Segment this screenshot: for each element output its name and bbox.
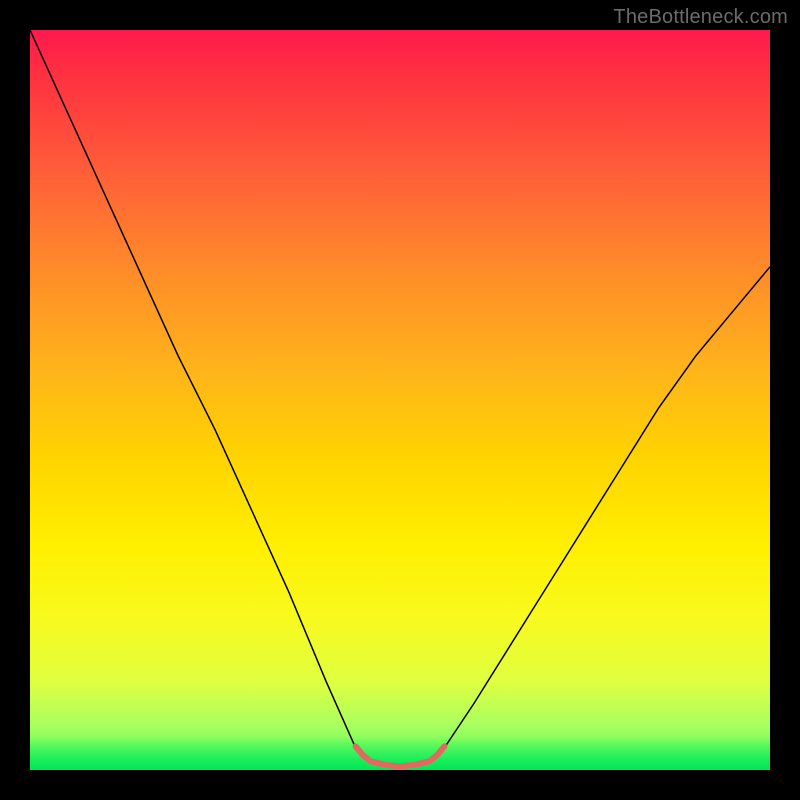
plot-background (30, 30, 770, 770)
watermark-text: TheBottleneck.com (613, 6, 788, 29)
chart-frame: TheBottleneck.com (0, 0, 800, 800)
